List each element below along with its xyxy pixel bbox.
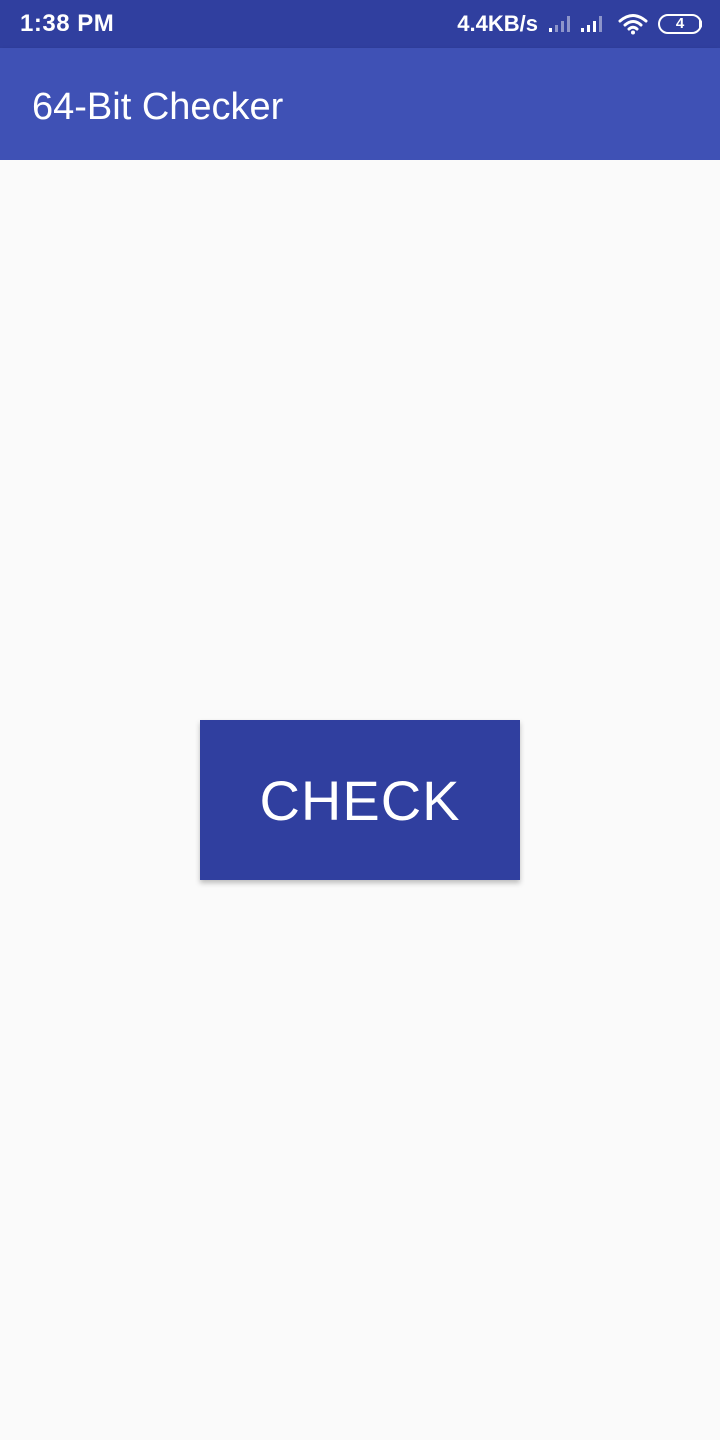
battery-level: 4 xyxy=(675,15,685,32)
wifi-icon xyxy=(618,14,648,35)
app-title: 64-Bit Checker xyxy=(32,86,284,128)
signal-icon xyxy=(581,16,602,32)
signal-icon xyxy=(549,16,570,32)
status-icons: 4.4KB/s 4 xyxy=(457,0,702,48)
status-bar: 1:38 PM 4.4KB/s 4 xyxy=(0,0,720,48)
battery-icon: 4 xyxy=(658,14,702,34)
status-time: 1:38 PM xyxy=(20,10,115,37)
network-speed: 4.4KB/s xyxy=(457,11,538,36)
check-button[interactable]: CHECK xyxy=(200,720,520,880)
main-content: CHECK xyxy=(0,160,720,1440)
app-bar: 64-Bit Checker xyxy=(0,48,720,160)
